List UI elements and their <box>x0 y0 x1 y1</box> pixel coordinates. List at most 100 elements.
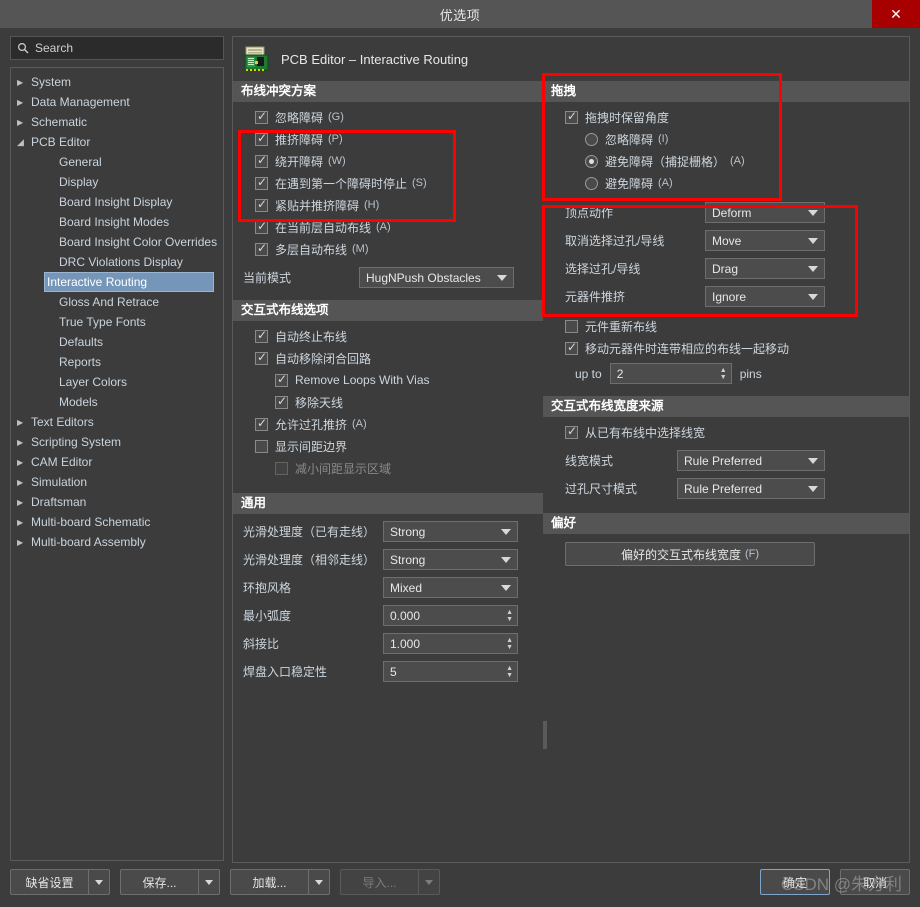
pick-from-existing-row[interactable]: 从已有布线中选择线宽 <box>543 421 909 443</box>
chevron-right-icon[interactable] <box>17 538 31 547</box>
sidebar-item-data-management[interactable]: Data Management <box>11 92 223 112</box>
drag-radio-0-row[interactable]: 忽略障碍 (I) <box>543 128 909 150</box>
drag-radio-0[interactable] <box>585 132 598 146</box>
move-with-traces-checkbox[interactable] <box>565 340 578 355</box>
iro-option-1-row[interactable]: 自动移除闭合回路 <box>233 347 543 369</box>
chevron-right-icon[interactable] <box>17 78 31 87</box>
drag-radio-group[interactable]: 忽略障碍 (I) 避免障碍（捕捉栅格） (A) 避免障碍 (A) <box>543 128 909 194</box>
bottom-button-0-main[interactable]: 缺省设置 <box>10 869 88 895</box>
drag-radio-1-row[interactable]: 避免障碍（捕捉栅格） (A) <box>543 150 909 172</box>
general-field-3-stepper[interactable]: 0.000 ▲ ▼ <box>383 605 518 626</box>
sidebar-item-system[interactable]: System <box>11 72 223 92</box>
current-mode-combo[interactable]: HugNPush Obstacles <box>359 267 514 288</box>
preserve-angle-checkbox[interactable] <box>565 109 578 124</box>
iro-option-3-row[interactable]: 移除天线 <box>233 391 543 413</box>
routing-option-2-row[interactable]: 绕开障碍 (W) <box>233 150 543 172</box>
up-to-pins-stepper[interactable]: 2 ▲ ▼ <box>609 363 732 384</box>
sidebar-item-drc-violations-display[interactable]: DRC Violations Display <box>11 252 223 272</box>
sidebar-item-general[interactable]: General <box>11 152 223 172</box>
stepper-arrows-icon[interactable]: ▲ ▼ <box>506 637 513 651</box>
search-input[interactable]: Search <box>10 36 224 60</box>
ok-button[interactable]: 确定 <box>760 869 830 895</box>
scroll-indicator[interactable] <box>543 721 547 749</box>
drag-radio-1[interactable] <box>585 154 598 168</box>
iro-option-2-row[interactable]: Remove Loops With Vias <box>233 369 543 391</box>
chevron-right-icon[interactable] <box>17 98 31 107</box>
sidebar-item-scripting-system[interactable]: Scripting System <box>11 432 223 452</box>
close-button[interactable]: ✕ <box>872 0 920 28</box>
move-with-traces-row[interactable]: 移动元器件时连带相应的布线一起移动 <box>543 337 909 359</box>
iro-option-5-row[interactable]: 显示间距边界 <box>233 435 543 457</box>
routing-option-6-row[interactable]: 多层自动布线 (M) <box>233 238 543 260</box>
width-field-0-combo[interactable]: Rule Preferred <box>677 450 825 471</box>
sidebar-item-reports[interactable]: Reports <box>11 352 223 372</box>
sidebar-item-multi-board-schematic[interactable]: Multi-board Schematic <box>11 512 223 532</box>
chevron-right-icon[interactable] <box>17 478 31 487</box>
drag-field-3-combo[interactable]: Ignore <box>705 286 825 307</box>
sidebar-item-interactive-routing[interactable]: Interactive Routing <box>44 272 214 292</box>
chevron-right-icon[interactable] <box>17 418 31 427</box>
bottom-button-1[interactable]: 保存... <box>120 869 220 895</box>
bottom-button-2-main[interactable]: 加载... <box>230 869 308 895</box>
sidebar-item-board-insight-display[interactable]: Board Insight Display <box>11 192 223 212</box>
routing-option-4-row[interactable]: 紧贴并推挤障碍 (H) <box>233 194 543 216</box>
chevron-right-icon[interactable] <box>17 438 31 447</box>
drag-field-1-combo[interactable]: Move <box>705 230 825 251</box>
sidebar-item-board-insight-color-overrides[interactable]: Board Insight Color Overrides <box>11 232 223 252</box>
stepper-arrows-icon[interactable]: ▲ ▼ <box>506 609 513 623</box>
pick-from-existing-checkbox[interactable] <box>565 424 578 439</box>
drag-radio-2[interactable] <box>585 176 598 190</box>
bottom-button-2[interactable]: 加载... <box>230 869 330 895</box>
chevron-right-icon[interactable] <box>17 498 31 507</box>
width-field-1-combo[interactable]: Rule Preferred <box>677 478 825 499</box>
iro-option-1-checkbox[interactable] <box>255 350 268 365</box>
chevron-right-icon[interactable] <box>17 118 31 127</box>
iro-option-3-checkbox[interactable] <box>275 394 288 409</box>
general-field-1-combo[interactable]: Strong <box>383 549 518 570</box>
cancel-button[interactable]: 取消 <box>840 869 910 895</box>
general-field-5-stepper[interactable]: 5 ▲ ▼ <box>383 661 518 682</box>
chevron-down-icon[interactable] <box>17 137 31 148</box>
sidebar-item-text-editors[interactable]: Text Editors <box>11 412 223 432</box>
sidebar-item-models[interactable]: Models <box>11 392 223 412</box>
iro-option-4-row[interactable]: 允许过孔推挤 (A) <box>233 413 543 435</box>
routing-option-3-row[interactable]: 在遇到第一个障碍时停止 (S) <box>233 172 543 194</box>
sidebar-item-multi-board-assembly[interactable]: Multi-board Assembly <box>11 532 223 552</box>
routing-option-1-checkbox[interactable] <box>255 131 268 146</box>
bottom-button-0-dropdown[interactable] <box>88 869 110 895</box>
sidebar-item-pcb-editor[interactable]: PCB Editor <box>11 132 223 152</box>
sidebar-item-layer-colors[interactable]: Layer Colors <box>11 372 223 392</box>
bottom-button-1-main[interactable]: 保存... <box>120 869 198 895</box>
iro-option-0-row[interactable]: 自动终止布线 <box>233 325 543 347</box>
bottom-button-0[interactable]: 缺省设置 <box>10 869 110 895</box>
sidebar-item-true-type-fonts[interactable]: True Type Fonts <box>11 312 223 332</box>
sidebar-item-display[interactable]: Display <box>11 172 223 192</box>
routing-option-6-checkbox[interactable] <box>255 241 268 256</box>
bottom-button-2-dropdown[interactable] <box>308 869 330 895</box>
sidebar-item-cam-editor[interactable]: CAM Editor <box>11 452 223 472</box>
routing-option-5-checkbox[interactable] <box>255 219 268 234</box>
chevron-right-icon[interactable] <box>17 458 31 467</box>
sidebar-item-simulation[interactable]: Simulation <box>11 472 223 492</box>
sidebar-item-defaults[interactable]: Defaults <box>11 332 223 352</box>
sidebar-item-draftsman[interactable]: Draftsman <box>11 492 223 512</box>
iro-option-0-checkbox[interactable] <box>255 328 268 343</box>
stepper-arrows-icon[interactable]: ▲ ▼ <box>506 665 513 679</box>
chevron-right-icon[interactable] <box>17 518 31 527</box>
stepper-arrows-icon[interactable]: ▲ ▼ <box>720 367 727 381</box>
sidebar-item-gloss-and-retrace[interactable]: Gloss And Retrace <box>11 292 223 312</box>
settings-tree[interactable]: System Data Management Schematic PCB Editor… <box>10 67 224 861</box>
routing-option-5-row[interactable]: 在当前层自动布线 (A) <box>233 216 543 238</box>
general-field-0-combo[interactable]: Strong <box>383 521 518 542</box>
component-rerout-row[interactable]: 元件重新布线 <box>543 315 909 337</box>
favorite-widths-button[interactable]: 偏好的交互式布线宽度 (F) <box>565 542 815 566</box>
routing-option-2-checkbox[interactable] <box>255 153 268 168</box>
routing-option-4-checkbox[interactable] <box>255 197 268 212</box>
drag-radio-2-row[interactable]: 避免障碍 (A) <box>543 172 909 194</box>
routing-option-0-row[interactable]: 忽略障碍 (G) <box>233 106 543 128</box>
general-field-4-stepper[interactable]: 1.000 ▲ ▼ <box>383 633 518 654</box>
iro-option-5-checkbox[interactable] <box>255 439 268 453</box>
routing-option-1-row[interactable]: 推挤障碍 (P) <box>233 128 543 150</box>
preserve-angle-row[interactable]: 拖拽时保留角度 <box>543 106 909 128</box>
routing-option-0-checkbox[interactable] <box>255 109 268 124</box>
